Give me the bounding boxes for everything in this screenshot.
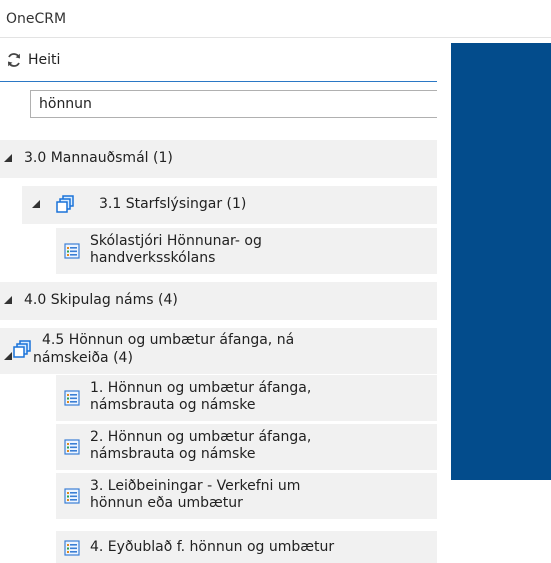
tree-leaf-2[interactable]: 2. Hönnun og umbætur áfanga, námsbrauta … — [56, 424, 437, 470]
panel-header-title: Heiti — [28, 51, 61, 68]
tree-leaf-skolastjori[interactable]: Skólastjóri Hönnunar- og handverksskólan… — [56, 228, 437, 274]
expand-arrow-icon[interactable] — [4, 352, 12, 360]
search-input[interactable] — [30, 90, 437, 118]
document-list-icon — [64, 243, 80, 259]
expand-arrow-icon[interactable] — [4, 154, 12, 162]
expand-arrow-icon[interactable] — [4, 296, 12, 304]
tree-leaf-label-line1: 2. Hönnun og umbætur áfanga, — [90, 429, 312, 445]
document-list-icon — [64, 439, 80, 455]
tree-node-label: 4.0 Skipulag náms (4) — [24, 292, 178, 308]
refresh-icon[interactable] — [6, 52, 22, 68]
tree-leaf-4[interactable]: 4. Eyðublað f. hönnun og umbætur — [56, 531, 437, 563]
tree-leaf-label: 4. Eyðublað f. hönnun og umbætur — [90, 539, 335, 555]
tree-node-label: 3.0 Mannauðsmál (1) — [24, 150, 173, 166]
expand-arrow-icon[interactable] — [32, 200, 40, 208]
tree-leaf-label-line2: hönnun eða umbætur — [90, 495, 243, 511]
tree-leaf-3[interactable]: 3. Leiðbeiningar - Verkefni um hönnun eð… — [56, 473, 437, 519]
tree-node-4-0[interactable]: 4.0 Skipulag náms (4) — [0, 282, 437, 320]
document-list-icon — [64, 540, 80, 556]
tree-node-4-5[interactable]: 4.5 Hönnun og umbætur áfanga, ná námskei… — [0, 328, 437, 374]
tree-node-3-0[interactable]: 3.0 Mannauðsmál (1) — [0, 140, 437, 178]
tree-node-3-1[interactable]: 3.1 Starfslýsingar (1) — [22, 186, 437, 224]
tree-node-label-line1: 4.5 Hönnun og umbætur áfanga, ná — [42, 332, 295, 348]
tree-leaf-label-line1: 3. Leiðbeiningar - Verkefni um — [90, 478, 301, 494]
folder-stack-icon — [56, 195, 74, 213]
tree-leaf-label-line2: námsbrauta og námske — [90, 446, 256, 462]
app-title-bar: OneCRM — [0, 0, 551, 38]
tree-leaf-1[interactable]: 1. Hönnun og umbætur áfanga, námsbrauta … — [56, 375, 437, 421]
tree-leaf-label-line1: 1. Hönnun og umbætur áfanga, — [90, 380, 312, 396]
tree-node-label-line2: námskeiða (4) — [33, 350, 133, 366]
folder-stack-icon — [13, 340, 31, 358]
tree-leaf-label-line2: námsbrauta og námske — [90, 397, 256, 413]
document-list-icon — [64, 390, 80, 406]
document-list-icon — [64, 488, 80, 504]
tree-leaf-label-line1: Skólastjóri Hönnunar- og — [90, 233, 262, 249]
tree-leaf-label-line2: handverksskólans — [90, 250, 216, 266]
content-pane — [451, 43, 551, 480]
panel-header: Heiti — [0, 38, 437, 82]
app-title: OneCRM — [6, 11, 67, 27]
tree-node-label: 3.1 Starfslýsingar (1) — [99, 196, 247, 212]
navigation-panel: Heiti 3.0 Mannauðsmál (1) 3.1 Starfslýsi… — [0, 38, 451, 563]
